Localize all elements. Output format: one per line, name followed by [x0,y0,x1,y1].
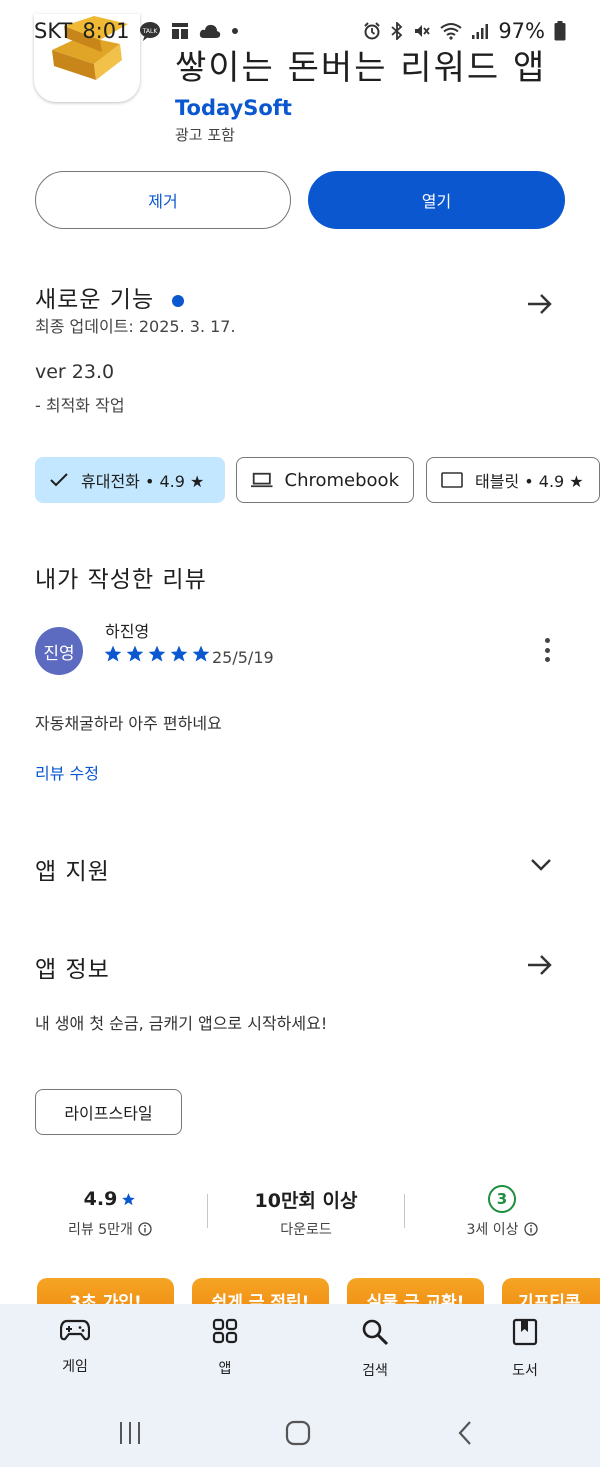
age-stat: 3 3세 이상 [427,1185,577,1239]
stat-divider [207,1194,208,1228]
open-button[interactable]: 열기 [308,171,565,229]
whats-new-title: 새로운 기능 [35,287,155,313]
battery-text: 97% [498,19,545,43]
gamepad-icon [60,1319,90,1341]
chip-label-chromebook: Chromebook [284,469,399,491]
nav-item-apps[interactable]: 앱 [175,1318,275,1378]
back-icon[interactable] [456,1420,474,1446]
whats-new-section[interactable]: 새로운 기능 [35,280,185,314]
wifi-icon [440,22,462,40]
svg-text:TALK: TALK [142,28,159,35]
talk-icon: TALK [139,21,161,41]
stat-divider [404,1194,405,1228]
uninstall-button[interactable]: 제거 [35,171,291,229]
device-chip-tablet[interactable]: 태블릿 • 4.9 ★ [426,457,600,503]
version-text: ver 23.0 [35,361,115,383]
reviewer-name: 하진영 [105,622,150,641]
alarm-icon [363,22,381,40]
nav-item-books[interactable]: 도서 [475,1318,575,1380]
whats-new-arrow-icon[interactable] [520,284,560,324]
release-notes: - 최적화 작업 [35,396,125,415]
nav-label-search: 검색 [362,1363,388,1379]
nav-item-search[interactable]: 검색 [325,1318,425,1380]
apps-grid-icon [212,1318,238,1344]
category-tag[interactable]: 라이프스타일 [35,1089,182,1135]
bluetooth-icon [390,22,404,40]
system-navigation-bar [0,1414,600,1454]
laptop-icon [251,472,273,488]
app-description: 내 생애 첫 순금, 금캐기 앱으로 시작하세요! [35,1014,328,1033]
mute-icon [413,22,431,40]
ads-note: 광고 포함 [175,126,235,144]
rating-stat: 4.9 리뷰 5만개 [35,1185,185,1239]
star-icon [148,645,166,662]
check-icon [50,473,68,487]
downloads-value: 10만회 이상 [254,1189,358,1212]
device-chip-phone[interactable]: 휴대전화 • 4.9 ★ [35,457,225,503]
cloud-icon [199,23,221,39]
device-chip-chromebook[interactable]: Chromebook [236,457,414,503]
app-info-arrow-icon[interactable] [520,945,560,985]
age-label: 3세 이상 [466,1222,519,1238]
search-icon [362,1319,389,1346]
review-stars [103,644,211,664]
info-icon[interactable] [523,1222,538,1236]
recent-apps-icon[interactable] [118,1420,142,1446]
nav-label-books: 도서 [512,1363,538,1379]
my-review-title: 내가 작성한 리뷰 [35,567,207,593]
home-icon[interactable] [284,1420,312,1446]
star-icon [126,645,144,662]
tablet-icon [441,472,463,488]
downloads-stat: 10만회 이상 다운로드 [231,1185,381,1239]
star-icon [122,1192,136,1205]
downloads-label: 다운로드 [280,1222,332,1238]
chip-label-phone: 휴대전화 • 4.9 ★ [81,472,205,491]
avatar: 진영 [35,627,83,675]
book-icon [512,1318,538,1346]
status-bar: SKT 8:01 TALK 97% [0,0,600,62]
star-icon [170,645,188,662]
nav-label-apps: 앱 [218,1361,232,1377]
carrier-text: SKT [34,19,73,43]
info-icon[interactable] [138,1222,152,1236]
nav-label-games: 게임 [62,1359,88,1375]
star-icon [192,645,210,662]
battery-icon [554,21,566,41]
nav-item-games[interactable]: 게임 [25,1318,125,1376]
edit-review-link[interactable]: 리뷰 수정 [35,760,99,784]
new-dot-icon [172,294,185,307]
gallery-icon [171,22,189,40]
age-rating-badge: 3 [488,1185,516,1213]
dot-icon [231,27,239,35]
review-date: 25/5/19 [212,648,274,667]
chip-label-tablet: 태블릿 • 4.9 ★ [475,472,584,491]
signal-icon [471,22,489,40]
star-icon [104,645,122,662]
app-support-title[interactable]: 앱 지원 [35,852,110,886]
clock-text: 8:01 [82,19,130,43]
review-more-options-icon[interactable] [534,634,560,666]
last-updated: 최종 업데이트: 2025. 3. 17. [35,317,236,336]
app-info-title[interactable]: 앱 정보 [35,950,110,984]
developer-link[interactable]: TodaySoft [175,96,292,120]
rating-value: 4.9 [83,1188,118,1210]
chevron-down-icon[interactable] [521,845,561,885]
rating-label: 리뷰 5만개 [68,1222,133,1238]
review-text: 자동채굴하라 아주 편하네요 [35,714,222,733]
bottom-navigation: 게임 앱 검색 도서 [0,1304,600,1467]
